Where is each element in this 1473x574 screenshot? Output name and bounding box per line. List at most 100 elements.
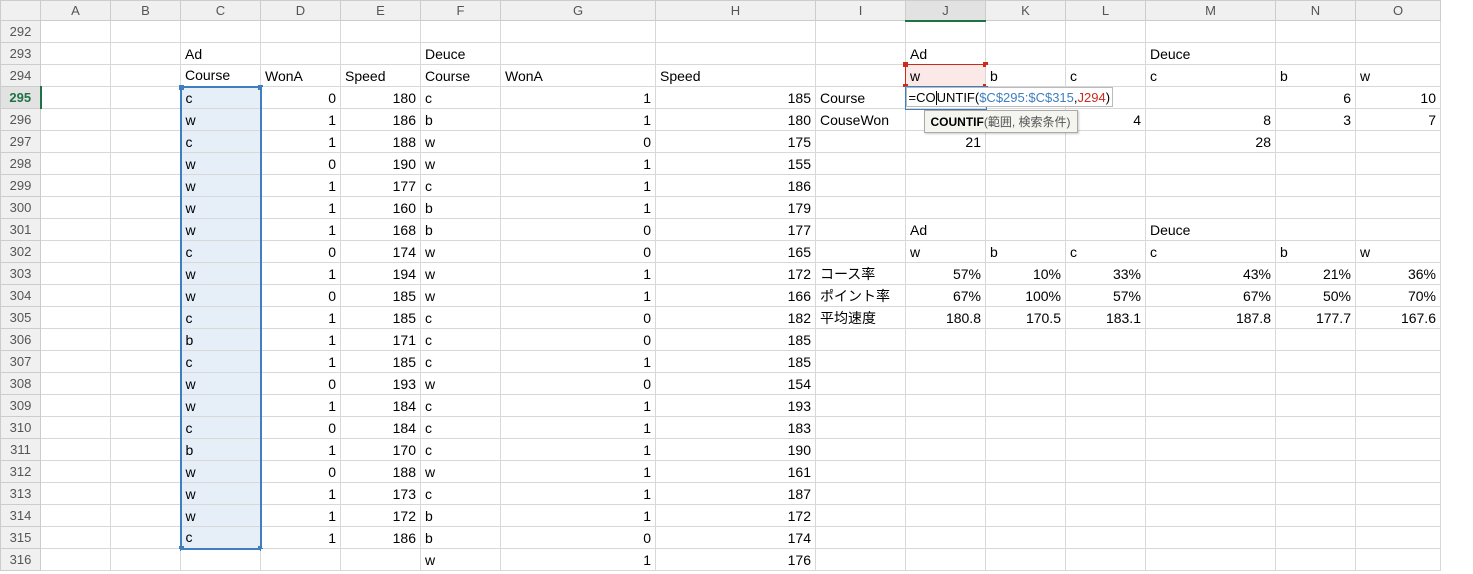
cell-C293[interactable]: Ad bbox=[181, 43, 261, 65]
cell-G299[interactable]: 1 bbox=[501, 175, 656, 197]
cell-H303[interactable]: 172 bbox=[656, 263, 816, 285]
cell-M299[interactable] bbox=[1146, 175, 1276, 197]
cell-H311[interactable]: 190 bbox=[656, 439, 816, 461]
cell-J302[interactable]: w bbox=[906, 241, 986, 263]
row-header-315[interactable]: 315 bbox=[1, 527, 41, 549]
row-header-299[interactable]: 299 bbox=[1, 175, 41, 197]
cell-H292[interactable] bbox=[656, 21, 816, 43]
cell-D309[interactable]: 1 bbox=[261, 395, 341, 417]
cell-L306[interactable] bbox=[1066, 329, 1146, 351]
cell-K294[interactable]: b bbox=[986, 65, 1066, 87]
spreadsheet-grid[interactable]: ABCDEFGHIJKLMNO 292293AdDeuceAdDeuce294C… bbox=[0, 0, 1473, 574]
cell-F297[interactable]: w bbox=[421, 131, 501, 153]
cell-M293[interactable]: Deuce bbox=[1146, 43, 1276, 65]
cell-I294[interactable] bbox=[816, 65, 906, 87]
cell-E309[interactable]: 184 bbox=[341, 395, 421, 417]
cell-E302[interactable]: 174 bbox=[341, 241, 421, 263]
cell-A312[interactable] bbox=[41, 461, 111, 483]
cell-C299[interactable]: w bbox=[181, 175, 261, 197]
cell-N310[interactable] bbox=[1276, 417, 1356, 439]
cell-H310[interactable]: 183 bbox=[656, 417, 816, 439]
cell-A313[interactable] bbox=[41, 483, 111, 505]
cell-I299[interactable] bbox=[816, 175, 906, 197]
cell-O298[interactable] bbox=[1356, 153, 1441, 175]
cell-M309[interactable] bbox=[1146, 395, 1276, 417]
cell-D302[interactable]: 0 bbox=[261, 241, 341, 263]
cell-L314[interactable] bbox=[1066, 505, 1146, 527]
cell-I300[interactable] bbox=[816, 197, 906, 219]
cell-G302[interactable]: 0 bbox=[501, 241, 656, 263]
cell-A307[interactable] bbox=[41, 351, 111, 373]
cell-H306[interactable]: 185 bbox=[656, 329, 816, 351]
cell-K315[interactable] bbox=[986, 527, 1066, 549]
cell-M306[interactable] bbox=[1146, 329, 1276, 351]
cell-C298[interactable]: w bbox=[181, 153, 261, 175]
cell-I302[interactable] bbox=[816, 241, 906, 263]
cell-M297[interactable]: 28 bbox=[1146, 131, 1276, 153]
row-header-297[interactable]: 297 bbox=[1, 131, 41, 153]
cell-E304[interactable]: 185 bbox=[341, 285, 421, 307]
row-header-309[interactable]: 309 bbox=[1, 395, 41, 417]
cell-F303[interactable]: w bbox=[421, 263, 501, 285]
cell-M315[interactable] bbox=[1146, 527, 1276, 549]
cell-M311[interactable] bbox=[1146, 439, 1276, 461]
cell-D308[interactable]: 0 bbox=[261, 373, 341, 395]
cell-O316[interactable] bbox=[1356, 549, 1441, 571]
column-header-L[interactable]: L bbox=[1066, 1, 1146, 21]
cell-L293[interactable] bbox=[1066, 43, 1146, 65]
cell-H295[interactable]: 185 bbox=[656, 87, 816, 109]
cell-E313[interactable]: 173 bbox=[341, 483, 421, 505]
cell-A304[interactable] bbox=[41, 285, 111, 307]
cell-L292[interactable] bbox=[1066, 21, 1146, 43]
cell-F311[interactable]: c bbox=[421, 439, 501, 461]
cell-E307[interactable]: 185 bbox=[341, 351, 421, 373]
cell-B311[interactable] bbox=[111, 439, 181, 461]
cell-I310[interactable] bbox=[816, 417, 906, 439]
cell-A303[interactable] bbox=[41, 263, 111, 285]
cell-F309[interactable]: c bbox=[421, 395, 501, 417]
cell-I297[interactable] bbox=[816, 131, 906, 153]
cell-B295[interactable] bbox=[111, 87, 181, 109]
cell-J300[interactable] bbox=[906, 197, 986, 219]
cell-C310[interactable]: c bbox=[181, 417, 261, 439]
cell-C306[interactable]: b bbox=[181, 329, 261, 351]
cell-M302[interactable]: c bbox=[1146, 241, 1276, 263]
cell-D293[interactable] bbox=[261, 43, 341, 65]
cell-F310[interactable]: c bbox=[421, 417, 501, 439]
cell-H299[interactable]: 186 bbox=[656, 175, 816, 197]
cell-F316[interactable]: w bbox=[421, 549, 501, 571]
cell-L311[interactable] bbox=[1066, 439, 1146, 461]
cell-O292[interactable] bbox=[1356, 21, 1441, 43]
cell-J304[interactable]: 67% bbox=[906, 285, 986, 307]
cell-H296[interactable]: 180 bbox=[656, 109, 816, 131]
column-header-F[interactable]: F bbox=[421, 1, 501, 21]
cell-H304[interactable]: 166 bbox=[656, 285, 816, 307]
row-header-307[interactable]: 307 bbox=[1, 351, 41, 373]
cell-N316[interactable] bbox=[1276, 549, 1356, 571]
row-header-316[interactable]: 316 bbox=[1, 549, 41, 571]
cell-B310[interactable] bbox=[111, 417, 181, 439]
cell-C311[interactable]: b bbox=[181, 439, 261, 461]
cell-L313[interactable] bbox=[1066, 483, 1146, 505]
cell-A305[interactable] bbox=[41, 307, 111, 329]
row-header-304[interactable]: 304 bbox=[1, 285, 41, 307]
cell-H298[interactable]: 155 bbox=[656, 153, 816, 175]
column-header-J[interactable]: J bbox=[906, 1, 986, 21]
cell-O295[interactable]: 10 bbox=[1356, 87, 1441, 109]
cell-O311[interactable] bbox=[1356, 439, 1441, 461]
cell-N308[interactable] bbox=[1276, 373, 1356, 395]
cell-J310[interactable] bbox=[906, 417, 986, 439]
row-header-302[interactable]: 302 bbox=[1, 241, 41, 263]
cell-B313[interactable] bbox=[111, 483, 181, 505]
cell-N298[interactable] bbox=[1276, 153, 1356, 175]
cell-D300[interactable]: 1 bbox=[261, 197, 341, 219]
cell-B314[interactable] bbox=[111, 505, 181, 527]
cell-E303[interactable]: 194 bbox=[341, 263, 421, 285]
cell-G307[interactable]: 1 bbox=[501, 351, 656, 373]
cell-H309[interactable]: 193 bbox=[656, 395, 816, 417]
cell-N296[interactable]: 3 bbox=[1276, 109, 1356, 131]
cell-B292[interactable] bbox=[111, 21, 181, 43]
cell-F302[interactable]: w bbox=[421, 241, 501, 263]
cell-O310[interactable] bbox=[1356, 417, 1441, 439]
cell-O314[interactable] bbox=[1356, 505, 1441, 527]
